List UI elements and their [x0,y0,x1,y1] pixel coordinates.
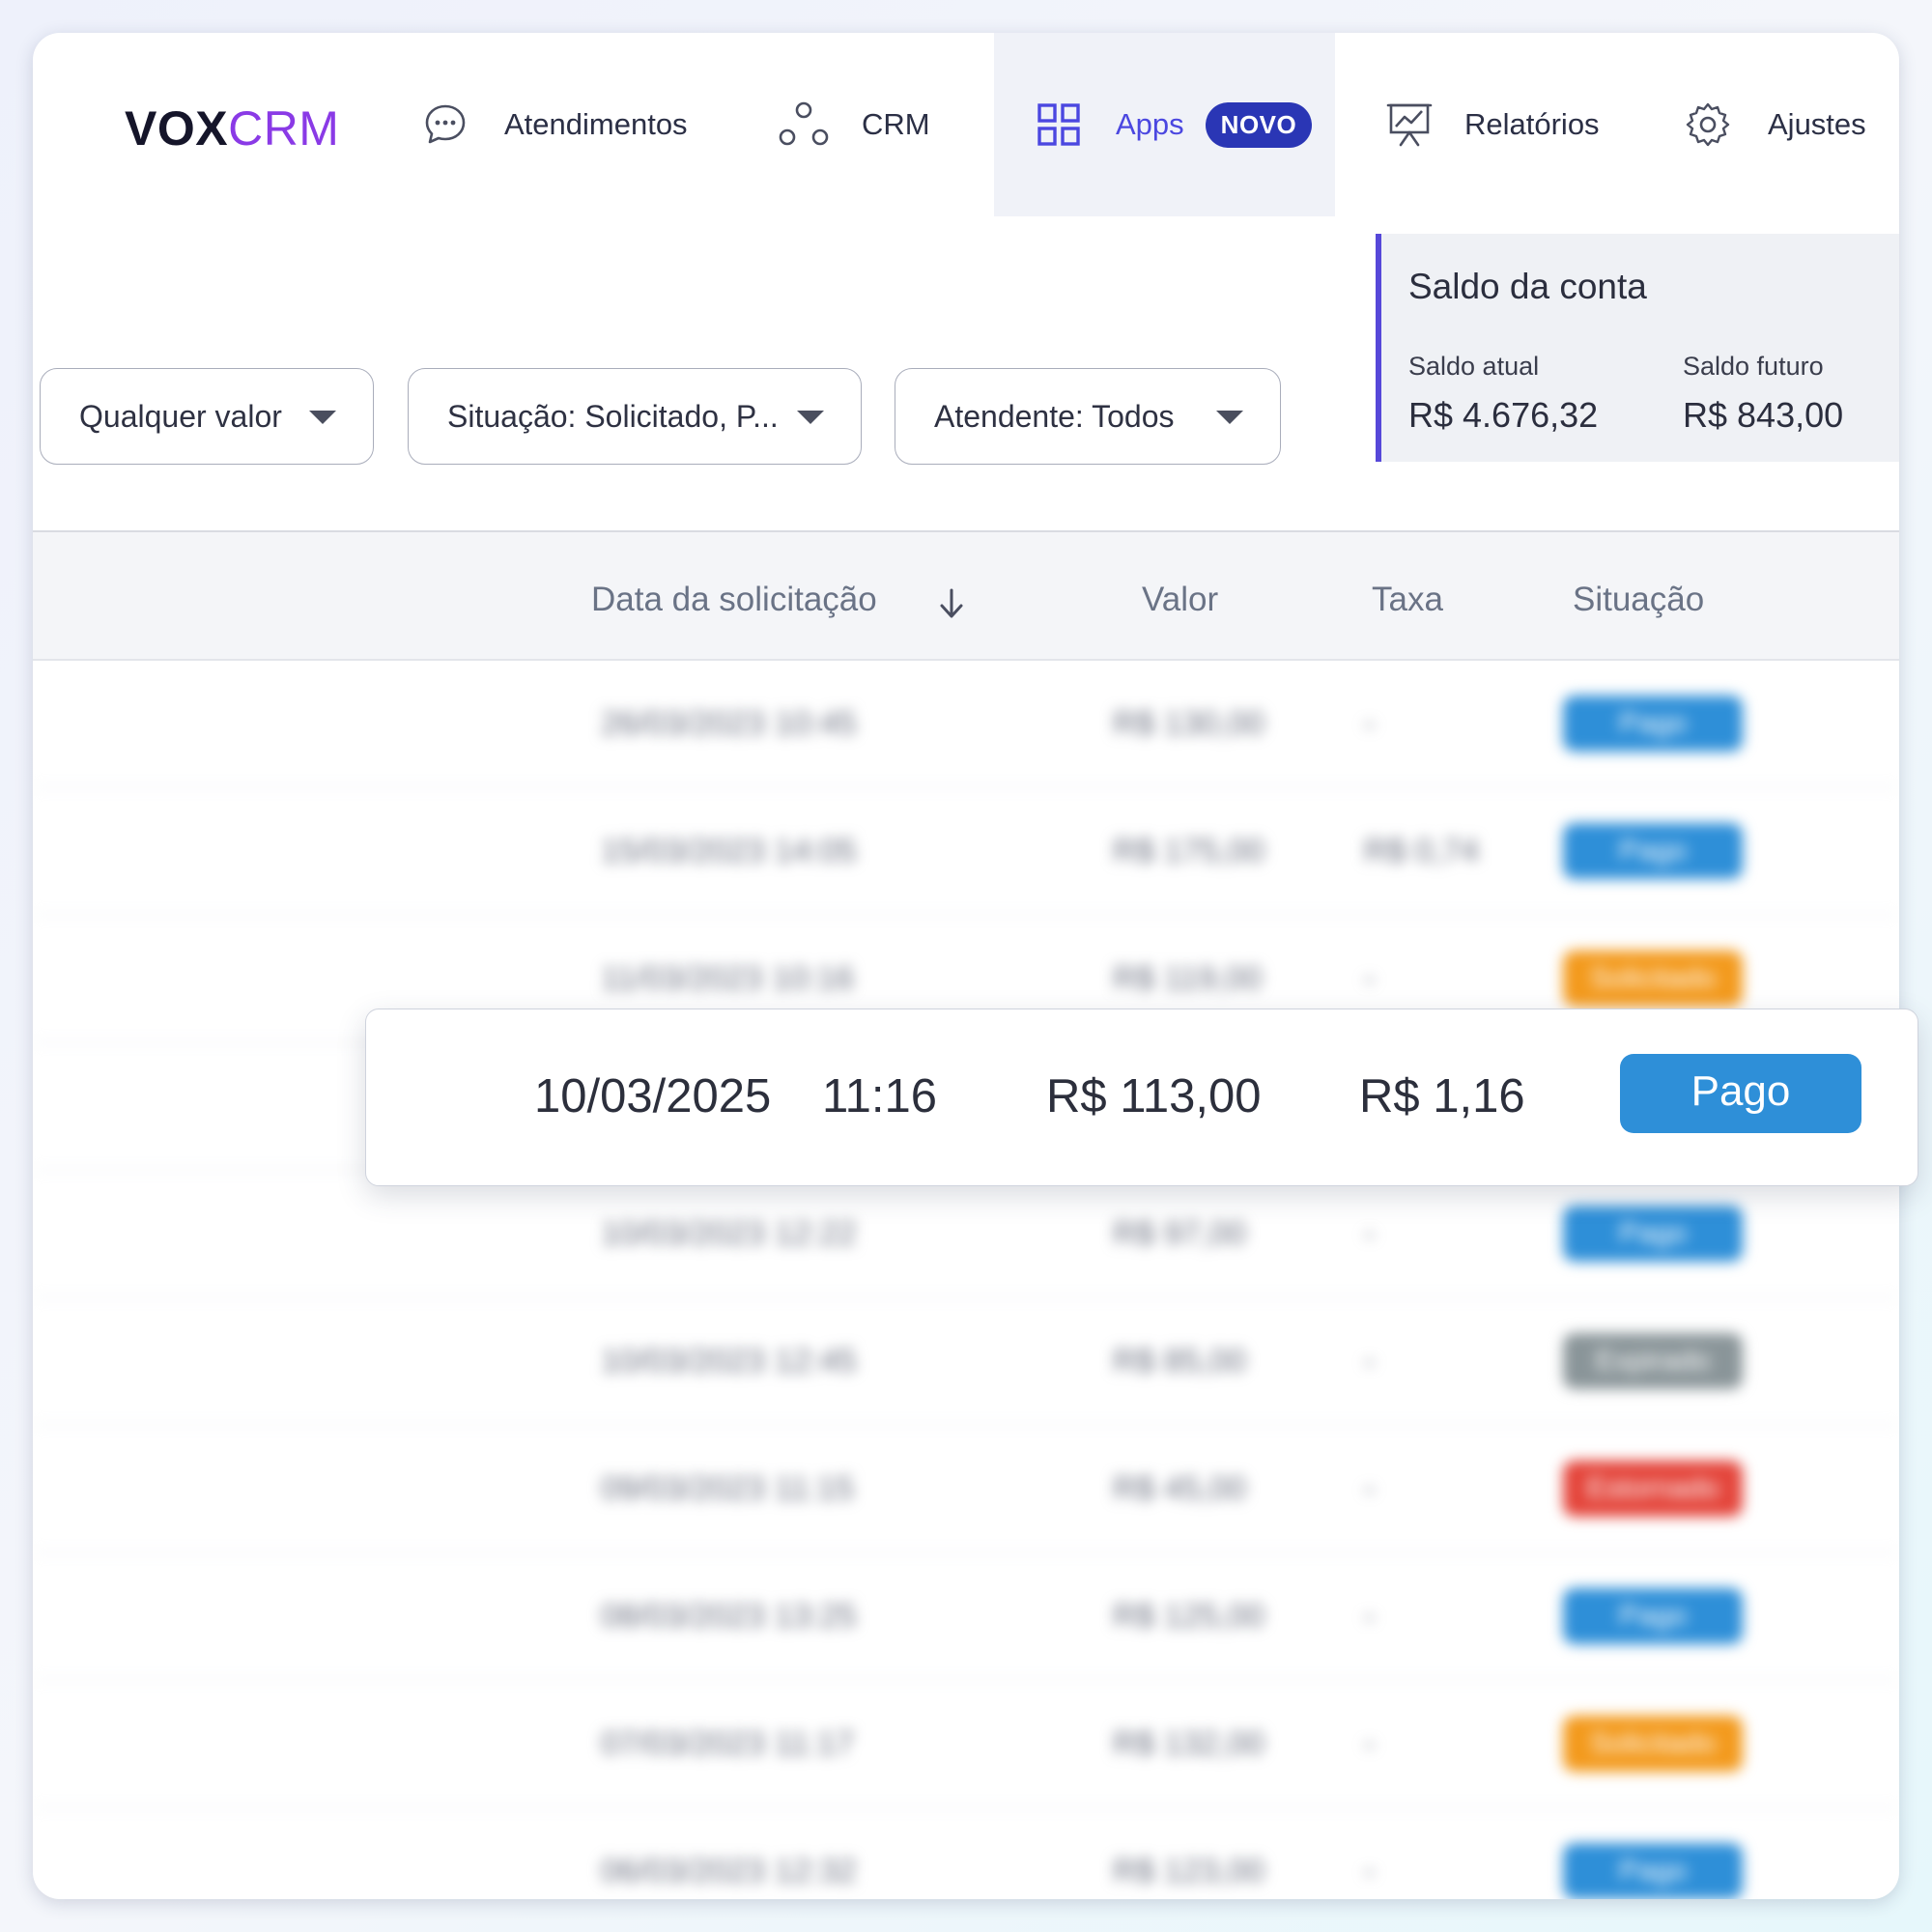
caret-down-icon [1216,411,1243,424]
value-filter-dropdown[interactable]: Qualquer valor [40,368,374,465]
table-row[interactable]: 10/03/2023 12:22 R$ 97,00 - Pago [33,1171,1899,1298]
agent-filter-dropdown[interactable]: Atendente: Todos [895,368,1281,465]
nav-crm[interactable]: CRM [777,33,930,216]
nav-atendimentos[interactable]: Atendimentos [423,33,688,216]
cell-value: R$ 97,00 [1113,1215,1246,1252]
table-row[interactable]: 07/03/2023 11:17 R$ 132,00 - Solicitado [33,1681,1899,1808]
highlighted-transaction-row[interactable]: 10/03/2025 11:16 R$ 113,00 R$ 1,16 Pago [365,1009,1918,1186]
sort-arrow-down-icon[interactable] [937,586,966,626]
cell-value: R$ 45,00 [1113,1470,1246,1507]
top-nav: VOXCRM Atendimentos CRM Apps NOVO Relató… [33,33,1899,216]
status-badge: Pago [1563,823,1743,879]
table-body: 26/03/2023 10:45 R$ 130,00- Pago 15/03/2023… [33,661,1899,1899]
table-row[interactable]: 10/03/2023 12:45 R$ 85,00 - Expirado [33,1298,1899,1426]
status-badge: Solicitado [1563,1716,1743,1772]
cell-value: R$ 123,00 [1113,1853,1264,1889]
status-badge: Estornado [1563,1461,1743,1517]
highlight-status-badge: Pago [1620,1054,1861,1133]
cell-date: 11/03/2023 10:16 [601,960,855,997]
table-row[interactable]: 06/03/2023 12:32 R$ 123,00 - Pago [33,1808,1899,1899]
cell-date: 10/03/2023 12:22 [601,1215,857,1252]
cell-value: R$ 130,00 [1113,705,1264,742]
status-badge: Pago [1563,1206,1743,1262]
cell-value: R$ 132,00 [1113,1725,1264,1762]
highlight-time: 11:16 [822,1070,937,1122]
cell-value: R$ 125,00 [1113,1598,1264,1634]
value-filter-label: Qualquer valor [79,398,282,434]
chat-icon [423,102,468,147]
current-balance-value: R$ 4.676,32 [1408,395,1599,435]
nav-crm-label: CRM [862,107,930,141]
cell-fee: - [1364,1598,1376,1634]
cell-date: 08/03/2023 13:25 [601,1598,857,1634]
status-badge: Expirado [1563,1333,1743,1389]
future-balance-label: Saldo futuro [1683,352,1824,381]
cell-fee: - [1364,1470,1376,1507]
new-badge: NOVO [1205,101,1313,148]
cell-date: 26/03/2023 10:45 [601,705,857,742]
nav-relatorios[interactable]: Relatórios [1385,33,1600,216]
cell-fee: - [1364,705,1376,742]
column-header-status[interactable]: Situação [1573,581,1704,619]
cell-date: 07/03/2023 11:17 [601,1725,855,1762]
nav-apps[interactable]: Apps NOVO [994,33,1335,216]
column-header-value[interactable]: Valor [1142,581,1218,619]
cell-date: 15/03/2023 14:05 [601,833,857,869]
cell-value: R$ 175,00 [1113,833,1264,869]
cell-date: 06/03/2023 12:32 [601,1853,857,1889]
table-row[interactable]: 09/03/2023 11:15 R$ 45,00 - Estornado [33,1426,1899,1553]
nav-apps-label: Apps [1116,107,1184,141]
current-balance-label: Saldo atual [1408,352,1540,381]
grid-apps-icon [1037,102,1081,147]
cell-value: R$ 85,00 [1113,1343,1246,1379]
logo-vox: VOX [125,101,229,156]
account-balance-panel: Saldo da conta Saldo atual R$ 4.676,32 S… [1376,234,1899,462]
logo[interactable]: VOXCRM [125,100,339,156]
table-row[interactable]: 26/03/2023 10:45 R$ 130,00 - Pago [33,661,1899,788]
status-filter-label: Situação: Solicitado, P... [447,398,779,434]
status-badge: Pago [1563,1843,1743,1899]
logo-crm: CRM [228,101,340,156]
table-row[interactable]: 15/03/2023 14:05 R$ 175,00 R$ 0,74 Pago [33,788,1899,916]
column-header-date[interactable]: Data da solicitação [591,581,877,619]
gear-icon [1685,101,1731,148]
nav-relatorios-label: Relatórios [1464,107,1600,141]
table-header: Data da solicitação Valor Taxa Situação [33,530,1899,661]
highlight-value: R$ 113,00 [1046,1070,1262,1122]
agent-filter-label: Atendente: Todos [934,398,1175,434]
cell-fee: - [1364,1215,1376,1252]
nav-ajustes-label: Ajustes [1768,107,1866,141]
column-header-fee[interactable]: Taxa [1372,581,1443,619]
highlight-fee: R$ 1,16 [1359,1070,1525,1122]
status-filter-dropdown[interactable]: Situação: Solicitado, P... [408,368,862,465]
cell-fee: - [1364,1343,1376,1379]
cell-fee: - [1364,1853,1376,1889]
cell-date: 10/03/2023 12:45 [601,1343,857,1379]
nav-ajustes[interactable]: Ajustes [1685,33,1866,216]
caret-down-icon [309,411,336,424]
balance-title: Saldo da conta [1408,267,1647,306]
cell-date: 09/03/2023 11:15 [601,1470,855,1507]
caret-down-icon [797,411,824,424]
status-badge: Solicitado [1563,951,1743,1007]
app-window: VOXCRM Atendimentos CRM Apps NOVO Relató… [33,33,1899,1899]
people-network-icon [777,100,831,149]
cell-value: R$ 119,00 [1113,960,1263,997]
status-badge: Pago [1563,696,1743,752]
nav-atendimentos-label: Atendimentos [504,107,688,141]
cell-fee: - [1364,960,1376,997]
cell-fee: R$ 0,74 [1364,833,1480,869]
table-row[interactable]: 08/03/2023 13:25 R$ 125,00 - Pago [33,1553,1899,1681]
future-balance-value: R$ 843,00 [1683,395,1844,435]
status-badge: Pago [1563,1588,1743,1644]
highlight-date: 10/03/2025 [534,1070,772,1122]
cell-fee: - [1364,1725,1376,1762]
presentation-chart-icon [1385,100,1434,149]
